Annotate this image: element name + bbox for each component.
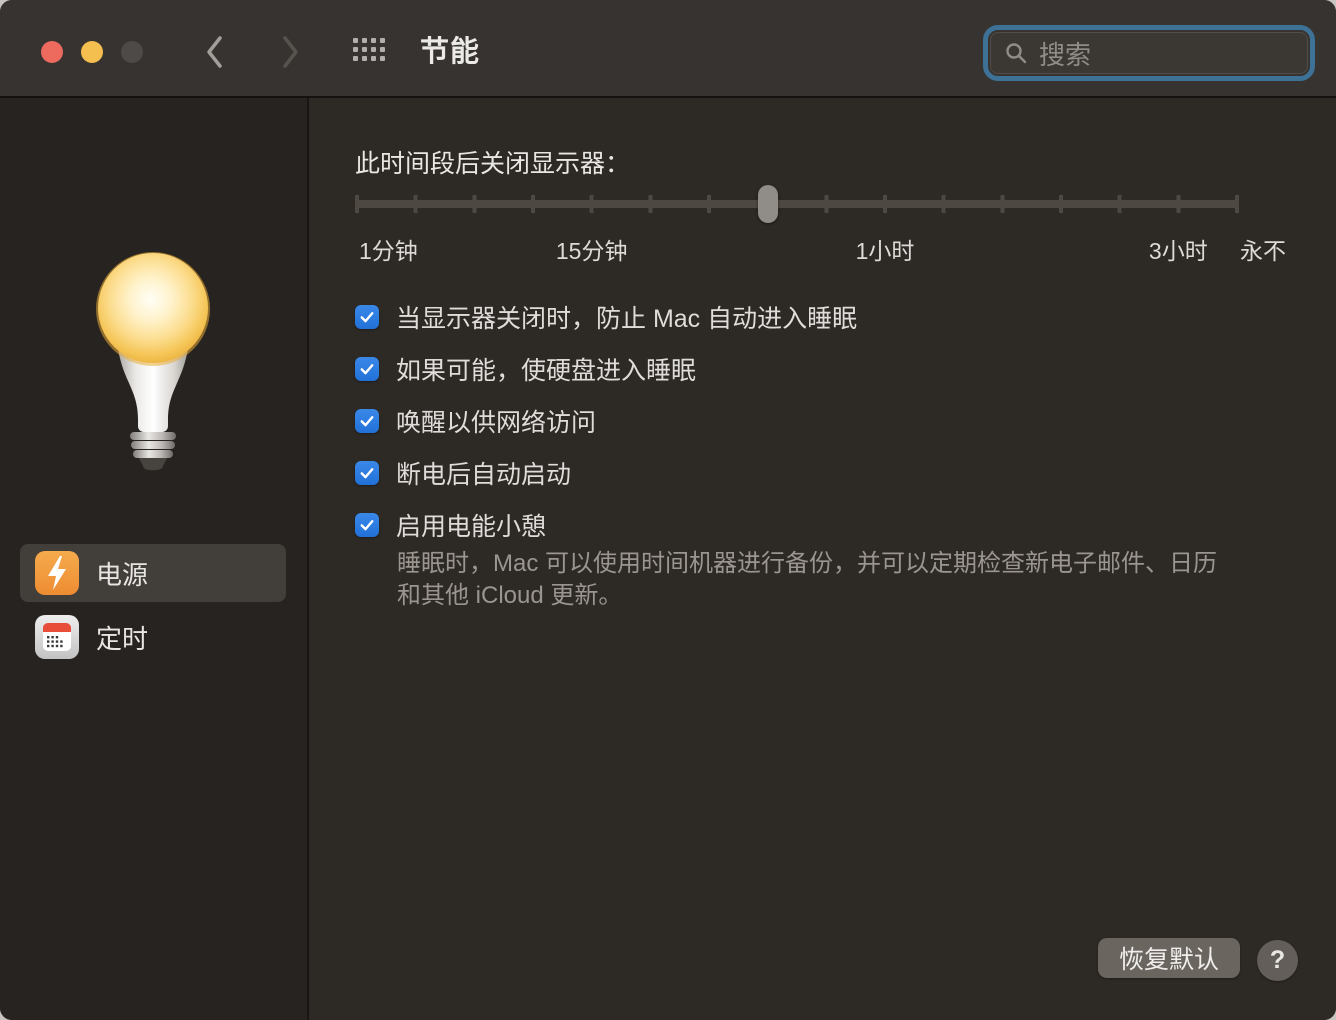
option-wake-network[interactable]: 唤醒以供网络访问 [355,406,857,437]
checkmark-icon [360,364,374,375]
sidebar: 电源 定时 [0,98,309,1020]
chevron-left-icon [207,36,222,68]
schedule-calendar-icon [35,615,79,659]
option-label: 启用电能小憩 [396,513,547,541]
checkmark-icon [360,416,374,427]
option-hard-disk-sleep[interactable]: 如果可能，使硬盘进入睡眠 [355,354,857,385]
chevron-right-icon [283,36,298,68]
checkmark-icon [360,520,374,531]
energy-saver-window: 节能 搜索 电源 定时 此时间段后关闭显示器： 1分钟 15分钟 1小时 3小时… [0,0,1336,1020]
checkbox-checked[interactable] [355,305,379,329]
option-restart-after-power-failure[interactable]: 断电后自动启动 [355,458,857,489]
slider-track[interactable] [355,200,1239,208]
zoom-window-button-disabled [121,41,143,63]
tick-label-never: 永不 [1240,238,1286,264]
close-window-button[interactable] [41,41,63,63]
lightbulb-image [96,252,210,471]
traffic-lights [41,41,143,63]
tick-label-15min: 15分钟 [555,238,628,264]
display-sleep-slider[interactable] [355,184,1239,224]
restore-defaults-button[interactable]: 恢复默认 [1097,938,1240,978]
sidebar-item-power[interactable]: 电源 [20,544,286,602]
option-prevent-sleep[interactable]: 当显示器关闭时，防止 Mac 自动进入睡眠 [355,302,858,333]
show-all-preferences-grid-icon[interactable] [353,38,385,61]
option-label: 断电后自动启动 [396,461,572,489]
options-list: 当显示器关闭时，防止 Mac 自动进入睡眠 如果可能，使硬盘进入睡眠 唤醒以供网… [355,302,858,541]
page-title: 节能 [420,36,481,68]
forward-button-disabled [277,33,303,71]
power-nap-description: 睡眠时，Mac 可以使用时间机器进行备份，并可以定期检查新电子邮件、日历和其他 … [397,550,1218,609]
search-input[interactable]: 搜索 [990,32,1308,74]
minimize-window-button[interactable] [81,41,103,63]
tick-label-1min: 1分钟 [359,238,418,264]
checkbox-checked[interactable] [355,409,379,433]
option-power-nap[interactable]: 启用电能小憩 [355,510,857,541]
tick-label-1hr: 1小时 [855,238,915,264]
checkbox-checked[interactable] [355,461,379,485]
back-button[interactable] [202,33,228,71]
option-label: 当显示器关闭时，防止 Mac 自动进入睡眠 [396,305,858,333]
sidebar-item-schedule[interactable]: 定时 [20,608,286,666]
main-panel: 此时间段后关闭显示器： 1分钟 15分钟 1小时 3小时 永不 当显示器关闭时，… [309,98,1336,1020]
slider-tick-labels: 1分钟 15分钟 1小时 3小时 永不 [355,232,1286,264]
titlebar: 节能 搜索 [0,0,1336,98]
sidebar-menu: 电源 定时 [20,544,286,666]
search-focus-ring: 搜索 [983,25,1315,81]
slider-thumb[interactable] [757,185,778,223]
sidebar-item-label: 定时 [96,623,149,654]
tick-label-3hr: 3小时 [1148,238,1208,264]
help-button[interactable]: ? [1257,940,1298,981]
power-bolt-icon [35,551,79,595]
checkmark-icon [360,312,374,323]
option-label: 如果可能，使硬盘进入睡眠 [396,357,697,385]
checkmark-icon [360,468,374,479]
display-sleep-label: 此时间段后关闭显示器： [355,150,631,178]
search-icon [1006,43,1027,64]
sidebar-item-label: 电源 [96,559,149,590]
checkbox-checked[interactable] [355,513,379,537]
checkbox-checked[interactable] [355,357,379,381]
search-placeholder: 搜索 [1039,39,1092,70]
option-label: 唤醒以供网络访问 [396,409,597,437]
